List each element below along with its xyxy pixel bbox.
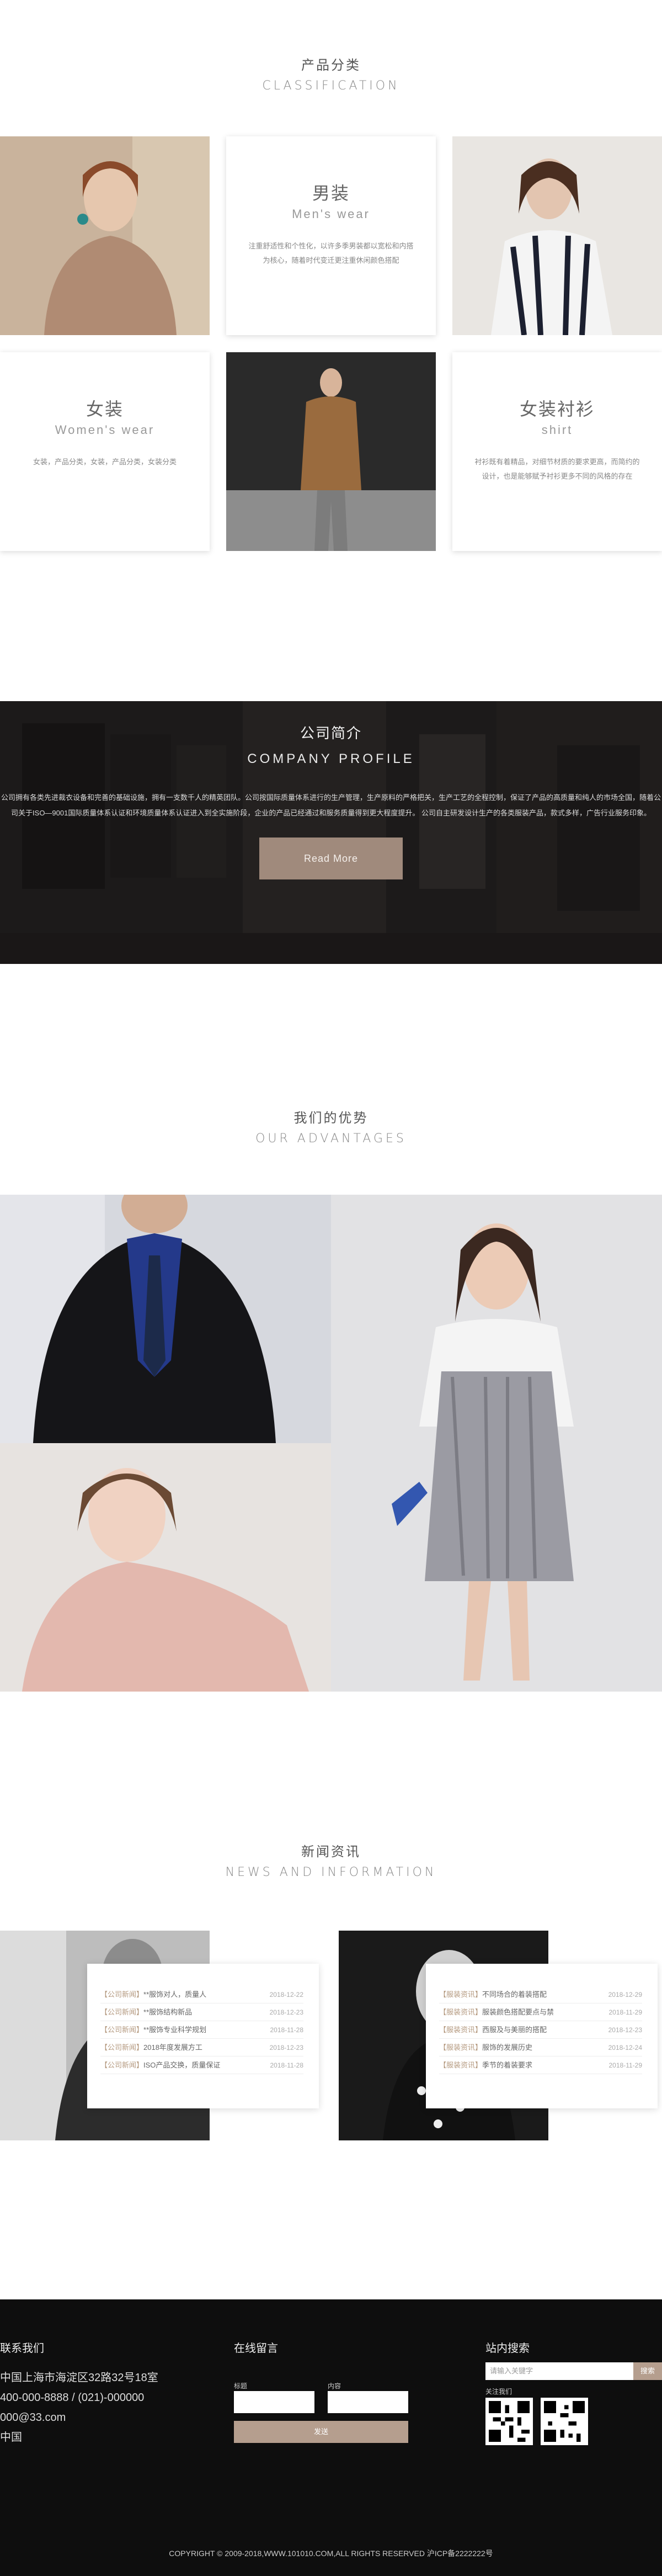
search-title: 站内搜索 xyxy=(485,2342,530,2355)
category-title-en: shirt xyxy=(541,423,573,437)
message-title: 在线留言 xyxy=(234,2342,278,2355)
message-send-button[interactable]: 发送 xyxy=(234,2421,408,2443)
news-title-en: NEWS AND INFORMATION xyxy=(225,1865,437,1879)
news-item[interactable]: 【服装资讯】服装颜色搭配要点与禁 2018-11-29 xyxy=(439,2003,642,2021)
news-date: 2018-12-23 xyxy=(608,2026,642,2034)
news-list-company: 【公司新闻】**服饰对人，质量人 2018-12-22 【公司新闻】**服饰结构新… xyxy=(87,1964,319,2108)
man-suit-photo[interactable] xyxy=(0,1195,331,1443)
news-tag: 【服装资讯】 xyxy=(439,2008,483,2016)
category-desc: 女装，产品分类，女装，产品分类，女装分类 xyxy=(33,458,177,466)
news-tag: 【公司新闻】 xyxy=(100,2026,144,2034)
advantages-title-en: OUR ADVANTAGES xyxy=(255,1132,407,1146)
message-name-label: 标题 xyxy=(234,2382,248,2390)
message-content-label: 内容 xyxy=(328,2382,341,2390)
page: 产品分类 CLASSIFICATION 男装 Men's wear 注重舒适性和… xyxy=(0,0,662,2576)
news-item[interactable]: 【服装资讯】服饰的发展历史 2018-12-24 xyxy=(439,2039,642,2056)
copyright: COPYRIGHT © 2009-2018,WWW.101010.COM,ALL… xyxy=(169,2549,493,2558)
contact-address: 中国上海市海淀区32路32号18室 xyxy=(0,2372,158,2384)
news-date: 2018-12-29 xyxy=(608,1991,642,1999)
classification-heading: 产品分类 CLASSIFICATION xyxy=(0,54,662,93)
woman-pink-sweater-photo[interactable] xyxy=(0,1443,331,1692)
news-tag: 【服装资讯】 xyxy=(439,2043,483,2052)
news-date: 2018-11-29 xyxy=(608,2061,643,2069)
news-item[interactable]: 【公司新闻】ISO产品交换，质量保证 2018-11-28 xyxy=(100,2056,303,2074)
news-title: 服饰的发展历史 xyxy=(482,2043,533,2052)
advantages-heading: 我们的优势 OUR ADVANTAGES xyxy=(0,1107,662,1146)
category-desc: 注重舒适性和个性化，以许多季男装都以宽松和内搭为核心，随着时代变迁更注重休闲颜色… xyxy=(248,242,414,264)
site-search-input[interactable]: 请输入关键字 xyxy=(485,2362,633,2380)
contact-country: 中国 xyxy=(0,2431,22,2444)
news-date: 2018-12-23 xyxy=(269,2008,303,2016)
woman-knit-photo[interactable] xyxy=(0,136,210,335)
read-more-button[interactable]: Read More xyxy=(259,838,403,879)
news-date: 2018-12-22 xyxy=(269,1991,303,1999)
profile-title-cn: 公司简介 xyxy=(300,725,362,741)
follow-us-label: 关注我们 xyxy=(485,2388,512,2395)
woman-tweed-dress-photo[interactable] xyxy=(331,1195,662,1692)
news-title: 季节的着装要求 xyxy=(482,2061,533,2069)
news-date: 2018-11-28 xyxy=(270,2061,304,2069)
category-card-shirt[interactable]: 女装衬衫 shirt 衬衫既有着精品，对细节材质的要求更高，而简约的设计，也是能… xyxy=(452,352,662,551)
qr-code-icon xyxy=(485,2398,533,2445)
profile-title-en: COMPANY PROFILE xyxy=(247,751,415,766)
news-item[interactable]: 【公司新闻】**服饰对人，质量人 2018-12-22 xyxy=(100,1986,303,2003)
news-item[interactable]: 【服装资讯】不同场合的着装搭配 2018-12-29 xyxy=(439,1986,642,2003)
news-item[interactable]: 【服装资讯】季节的着装要求 2018-11-29 xyxy=(439,2056,642,2074)
contact-phone: 400-000-8888 / (021)-000000 xyxy=(0,2392,145,2404)
news-date: 2018-11-29 xyxy=(608,2008,643,2016)
classification-title-cn: 产品分类 xyxy=(301,58,361,73)
news-title: 2018年度发展方工 xyxy=(143,2043,202,2052)
category-title-cn: 女装 xyxy=(86,399,124,419)
news-item[interactable]: 【服装资讯】西服及与美丽的搭配 2018-12-23 xyxy=(439,2021,642,2039)
news-tag: 【服装资讯】 xyxy=(439,1990,483,1999)
footer: 联系我们 中国上海市海淀区32路32号18室 400-000-8888 / (0… xyxy=(0,2299,662,2576)
category-card-mens[interactable]: 男装 Men's wear 注重舒适性和个性化，以许多季男装都以宽松和内搭为核心… xyxy=(226,136,436,335)
site-search-button[interactable]: 搜索 xyxy=(633,2362,662,2380)
news-heading: 新闻资讯 NEWS AND INFORMATION xyxy=(0,1841,662,1879)
news-item[interactable]: 【公司新闻】2018年度发展方工 2018-12-23 xyxy=(100,2039,303,2056)
news-tag: 【服装资讯】 xyxy=(439,2026,483,2034)
man-runway-photo[interactable] xyxy=(226,352,436,551)
advantages-title-cn: 我们的优势 xyxy=(293,1111,369,1126)
news-tag: 【公司新闻】 xyxy=(100,2043,144,2052)
news-tag: 【公司新闻】 xyxy=(100,2061,144,2069)
profile-text: 公司拥有各类先进裁衣设备和完善的基础设施，拥有一支数千人的精英团队。公司按国际质… xyxy=(1,793,661,817)
news-title: **服饰结构新品 xyxy=(143,2008,193,2016)
company-profile-section: 公司简介 COMPANY PROFILE 公司拥有各类先进裁衣设备和完善的基础设… xyxy=(0,701,662,964)
news-title-cn: 新闻资讯 xyxy=(301,1844,361,1859)
news-title: **服饰对人，质量人 xyxy=(143,1990,207,1999)
contact-title: 联系我们 xyxy=(0,2342,44,2355)
news-item[interactable]: 【公司新闻】**服饰结构新品 2018-12-23 xyxy=(100,2003,303,2021)
news-list-industry: 【服装资讯】不同场合的着装搭配 2018-12-29 【服装资讯】服装颜色搭配要点… xyxy=(426,1964,658,2108)
category-title-en: Men's wear xyxy=(292,207,370,221)
message-content-input[interactable] xyxy=(328,2391,408,2413)
category-desc: 衬衫既有着精品，对细节材质的要求更高，而简约的设计，也是能够赋予衬衫更多不同的风… xyxy=(474,458,640,480)
news-title: ISO产品交换，质量保证 xyxy=(143,2061,221,2069)
news-title: 不同场合的着装搭配 xyxy=(482,1990,547,1999)
news-title: 西服及与美丽的搭配 xyxy=(482,2026,547,2034)
news-tag: 【公司新闻】 xyxy=(100,2008,144,2016)
news-tag: 【服装资讯】 xyxy=(439,2061,483,2069)
message-name-input[interactable] xyxy=(234,2391,314,2413)
woman-striped-shirt-photo[interactable] xyxy=(452,136,662,335)
category-title-en: Women's wear xyxy=(55,423,155,437)
news-date: 2018-11-28 xyxy=(270,2026,304,2034)
news-tag: 【公司新闻】 xyxy=(100,1990,144,1999)
contact-email: 000@33.com xyxy=(0,2411,66,2424)
news-date: 2018-12-24 xyxy=(608,2044,642,2052)
news-item[interactable]: 【公司新闻】**服饰专业科学规划 2018-11-28 xyxy=(100,2021,303,2039)
category-title-cn: 女装衬衫 xyxy=(519,399,595,419)
category-title-cn: 男装 xyxy=(312,183,350,203)
qr-code-icon xyxy=(541,2398,588,2445)
news-title: 服装颜色搭配要点与禁 xyxy=(482,2008,554,2016)
classification-title-en: CLASSIFICATION xyxy=(262,79,400,93)
category-card-womens[interactable]: 女装 Women's wear 女装，产品分类，女装，产品分类，女装分类 xyxy=(0,352,210,551)
news-title: **服饰专业科学规划 xyxy=(143,2026,207,2034)
news-date: 2018-12-23 xyxy=(269,2044,303,2052)
